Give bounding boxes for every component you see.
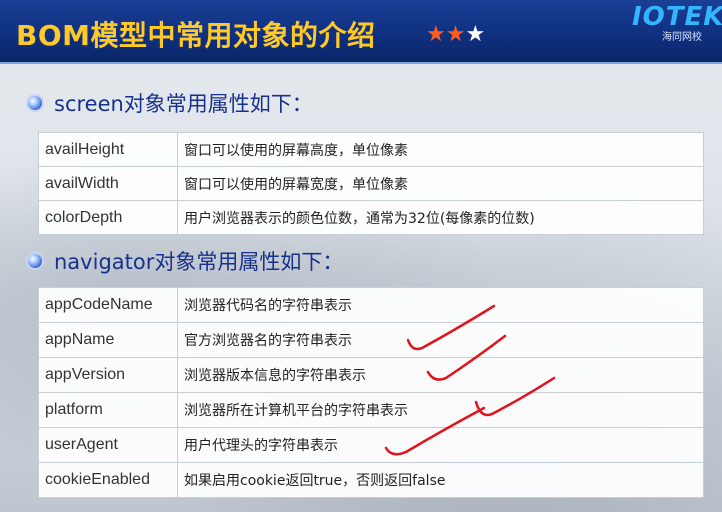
table-row: colorDepth 用户浏览器表示的颜色位数，通常为32位(每像素的位数) [38, 200, 704, 235]
screen-section-heading: screen对象常用属性如下： [26, 88, 313, 118]
iotek-logo: IOTEK 海同网校 [632, 2, 722, 43]
navigator-section-heading: navigator对象常用属性如下： [26, 246, 343, 276]
table-row: userAgent 用户代理头的字符串表示 [38, 427, 704, 463]
table-row: appCodeName 浏览器代码名的字符串表示 [38, 287, 704, 323]
property-desc: 官方浏览器名的字符串表示 [177, 322, 704, 358]
property-desc: 浏览器版本信息的字符串表示 [177, 357, 704, 393]
table-row: appVersion 浏览器版本信息的字符串表示 [38, 357, 704, 393]
navigator-properties-table: appCodeName 浏览器代码名的字符串表示 appName 官方浏览器名的… [38, 287, 704, 498]
property-desc: 窗口可以使用的屏幕宽度，单位像素 [177, 166, 704, 201]
screen-properties-table: availHeight 窗口可以使用的屏幕高度，单位像素 availWidth … [38, 132, 704, 235]
property-name: availWidth [38, 166, 178, 201]
property-name: platform [38, 392, 178, 428]
logo-subtext: 海同网校 [662, 32, 702, 43]
slide-title: BOM模型中常用对象的介绍 [16, 19, 376, 52]
difficulty-stars: ★★★ [426, 22, 485, 47]
property-desc: 用户代理头的字符串表示 [177, 427, 704, 463]
property-name: colorDepth [38, 200, 178, 235]
slide-header: BOM模型中常用对象的介绍 ★★★ IOTEK 海同网校 [0, 0, 722, 64]
property-desc: 浏览器所在计算机平台的字符串表示 [177, 392, 704, 428]
star-filled-icon: ★★ [426, 22, 466, 47]
table-row: availWidth 窗口可以使用的屏幕宽度，单位像素 [38, 166, 704, 201]
table-row: platform 浏览器所在计算机平台的字符串表示 [38, 392, 704, 428]
property-desc: 用户浏览器表示的颜色位数，通常为32位(每像素的位数) [177, 200, 704, 235]
table-row: cookieEnabled 如果启用cookie返回true，否则返回false [38, 462, 704, 498]
navigator-heading-text: navigator对象常用属性如下： [54, 250, 344, 274]
property-name: userAgent [38, 427, 178, 463]
property-desc: 窗口可以使用的屏幕高度，单位像素 [177, 132, 704, 167]
property-desc: 如果启用cookie返回true，否则返回false [177, 462, 704, 498]
property-name: appCodeName [38, 287, 178, 323]
screen-heading-text: screen对象常用属性如下： [54, 92, 313, 116]
bullet-icon [26, 252, 44, 270]
property-name: appName [38, 322, 178, 358]
table-row: appName 官方浏览器名的字符串表示 [38, 322, 704, 358]
table-row: availHeight 窗口可以使用的屏幕高度，单位像素 [38, 132, 704, 167]
property-name: cookieEnabled [38, 462, 178, 498]
bullet-icon [26, 94, 44, 112]
property-name: appVersion [38, 357, 178, 393]
property-name: availHeight [38, 132, 178, 167]
property-desc: 浏览器代码名的字符串表示 [177, 287, 704, 323]
star-empty-icon: ★ [465, 22, 486, 47]
